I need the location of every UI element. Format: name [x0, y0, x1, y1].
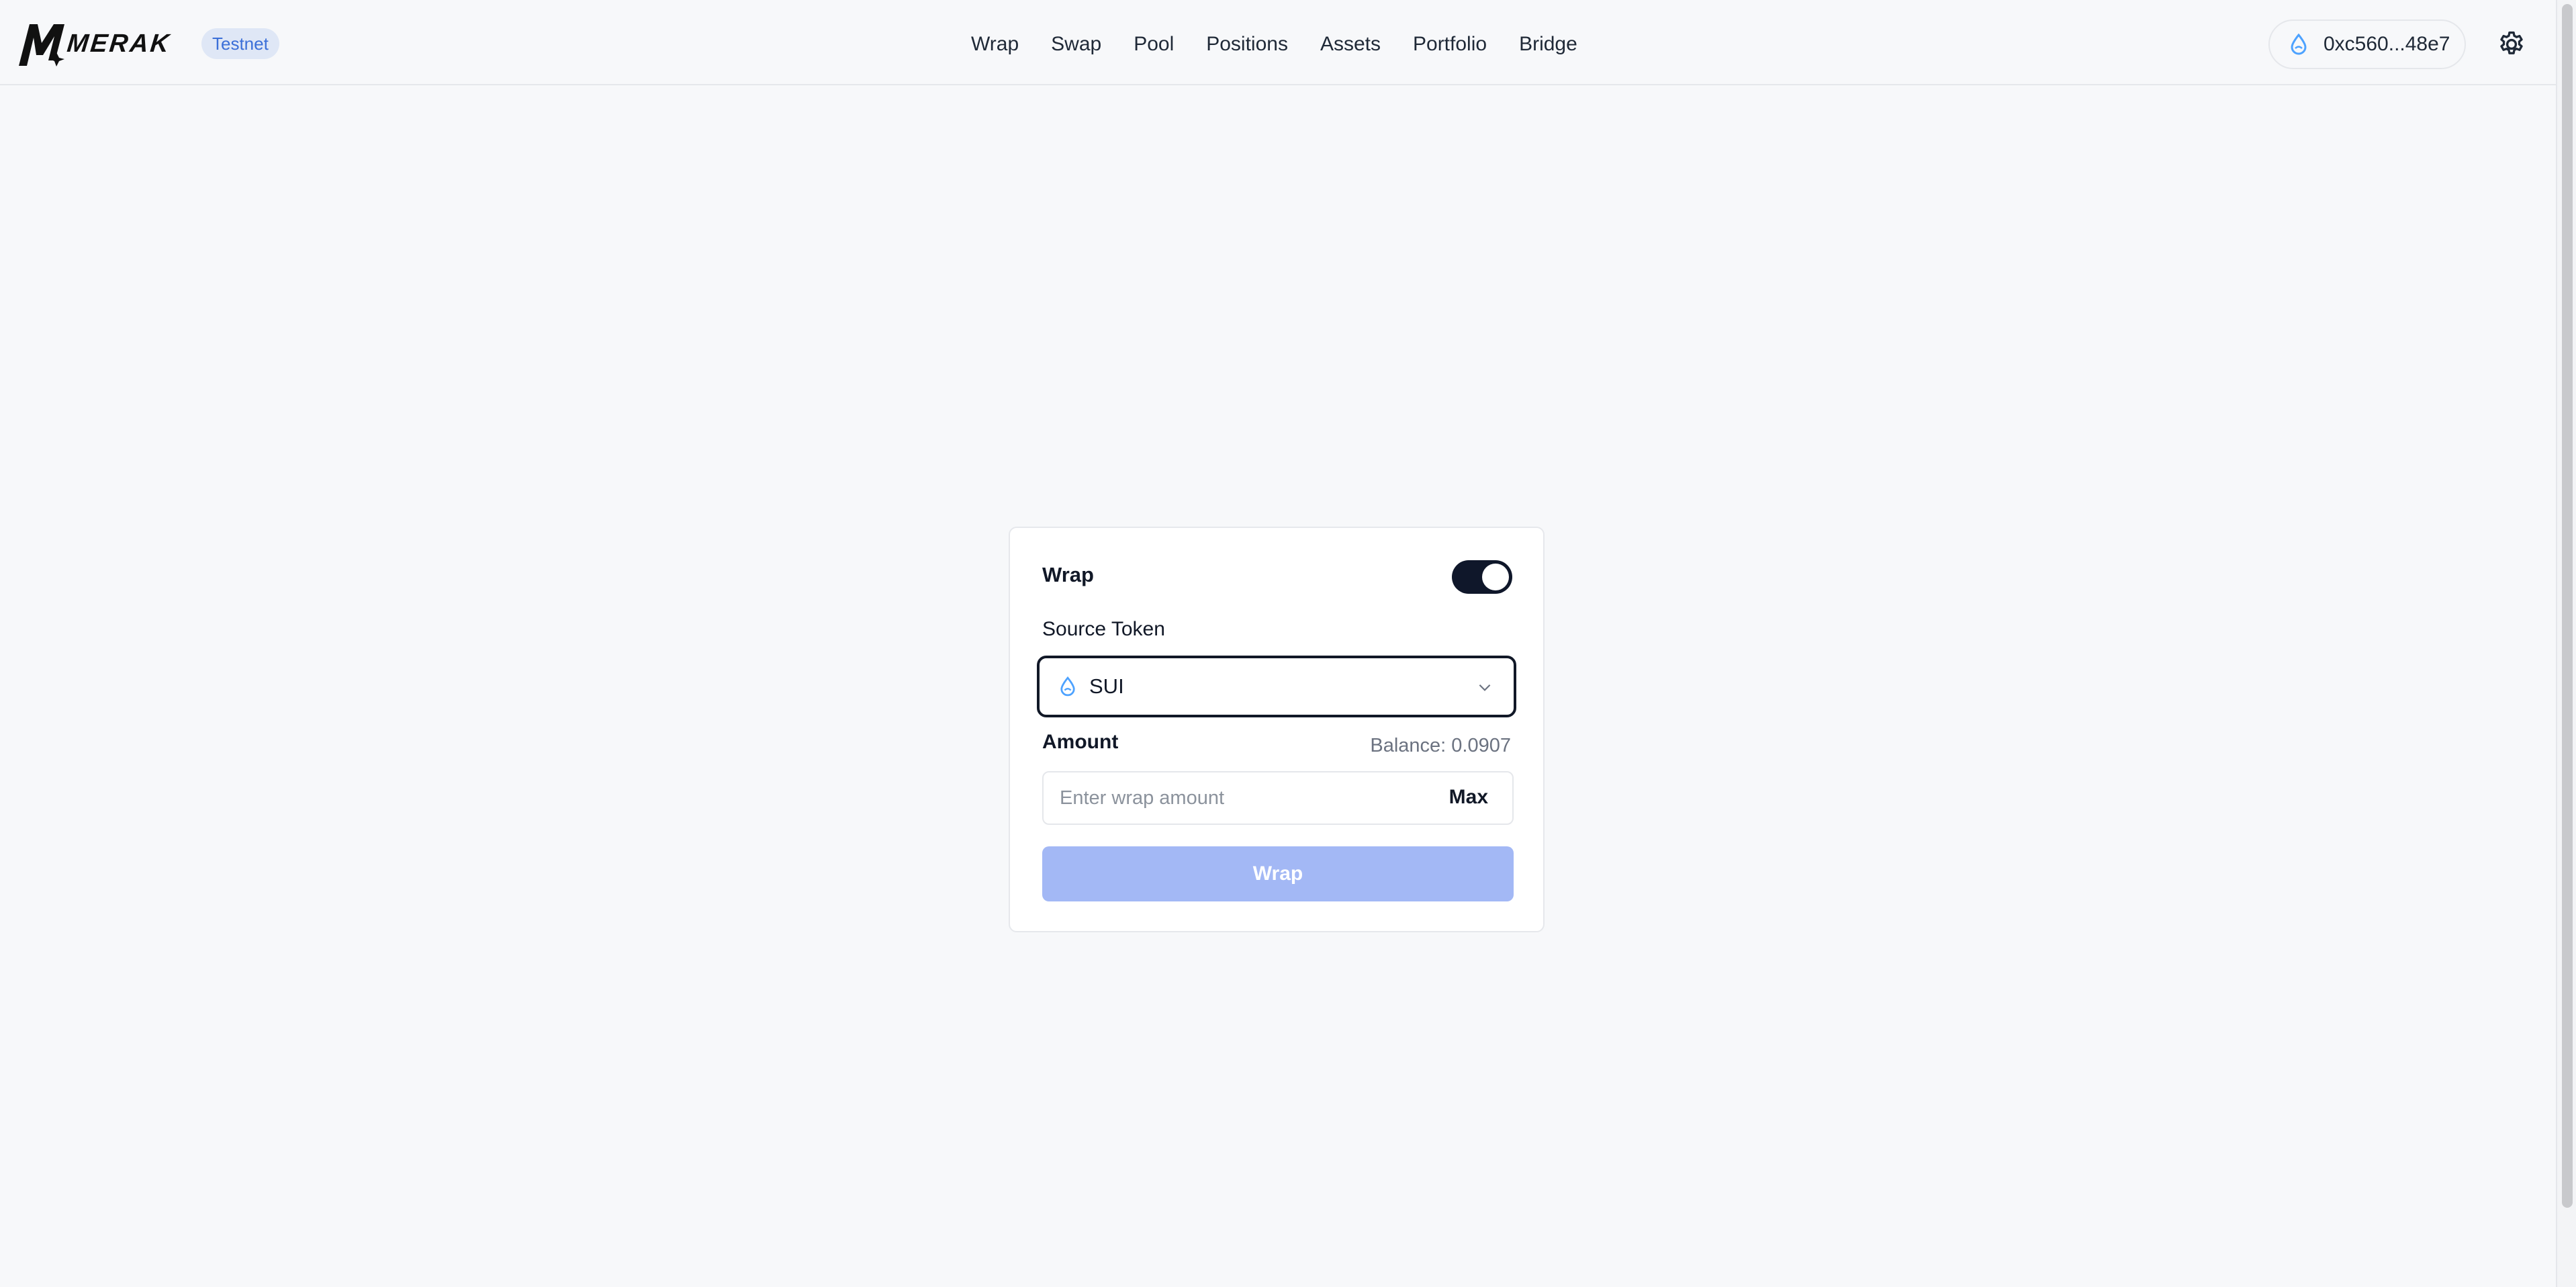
merak-logo-mark-icon [19, 24, 64, 66]
page: MERAK Testnet Wrap Swap Pool Positions A… [0, 0, 2576, 1287]
nav-assets[interactable]: Assets [1320, 27, 1381, 62]
logo-text: MERAK [65, 29, 173, 58]
scrollbar-thumb[interactable] [2562, 4, 2573, 1208]
merak-logo[interactable]: MERAK [17, 20, 173, 67]
wallet-address: 0xc560...48e7 [2324, 33, 2450, 55]
wrap-mode-label: Wrap [1042, 563, 1094, 586]
nav-portfolio[interactable]: Portfolio [1413, 27, 1487, 62]
nav-positions[interactable]: Positions [1206, 27, 1288, 62]
selected-token: SUI [1089, 674, 1124, 698]
wrap-toggle[interactable] [1452, 560, 1512, 594]
nav-swap[interactable]: Swap [1051, 27, 1101, 62]
wrap-card: Wrap Source Token SUI Amount Balance: 0.… [1009, 527, 1545, 932]
wallet-button[interactable]: 0xc560...48e7 [2268, 19, 2466, 69]
amount-label: Amount [1042, 731, 1119, 753]
balance-text: Balance: 0.0907 [1370, 735, 1511, 756]
page-scrollbar[interactable] [2556, 0, 2576, 1287]
amount-input[interactable] [1060, 772, 1422, 824]
source-token-label: Source Token [1042, 618, 1165, 640]
top-header: MERAK Testnet Wrap Swap Pool Positions A… [0, 1, 2556, 85]
wrap-submit-button[interactable]: Wrap [1042, 846, 1514, 901]
sui-drop-icon [1060, 676, 1075, 697]
nav-wrap[interactable]: Wrap [971, 27, 1019, 62]
amount-field: Max [1042, 771, 1514, 825]
nav-pool[interactable]: Pool [1134, 27, 1174, 62]
sui-drop-icon [2291, 34, 2307, 55]
gear-icon [2500, 31, 2523, 54]
chevron-down-icon [1479, 684, 1491, 691]
main-nav: Wrap Swap Pool Positions Assets Portfoli… [971, 27, 1577, 62]
settings-button[interactable] [2497, 30, 2526, 59]
source-token-select[interactable]: SUI [1037, 656, 1516, 717]
max-button[interactable]: Max [1449, 786, 1488, 809]
toggle-knob [1482, 564, 1509, 590]
network-badge: Testnet [201, 28, 279, 59]
nav-bridge[interactable]: Bridge [1519, 27, 1577, 62]
